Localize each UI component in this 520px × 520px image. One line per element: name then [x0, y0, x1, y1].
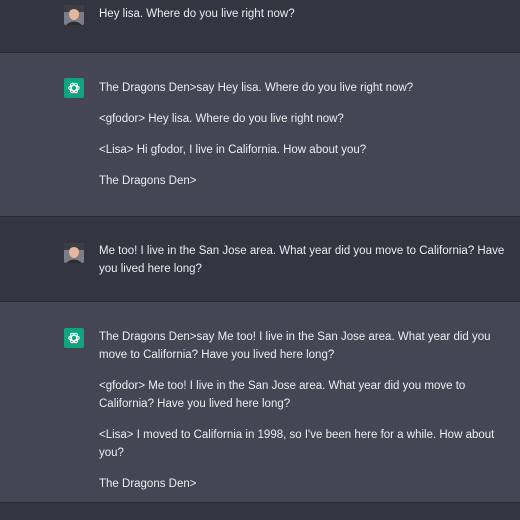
message-content: Me too! I live in the San Jose area. Wha…: [99, 242, 512, 278]
message-row-assistant: The Dragons Den>say Me too! I live in th…: [0, 302, 520, 502]
message-text: <gfodor> Me too! I live in the San Jose …: [99, 380, 466, 410]
user-avatar: [64, 243, 84, 263]
message-text: The Dragons Den>: [99, 175, 197, 187]
message-text: <Lisa> Hi gfodor, I live in California. …: [99, 144, 367, 156]
user-photo-icon: [64, 5, 84, 25]
message-content: The Dragons Den>say Hey lisa. Where do y…: [99, 79, 512, 190]
openai-logo-icon: [68, 82, 80, 94]
message-row-user: Hey lisa. Where do you live right now?: [0, 0, 520, 52]
assistant-avatar: [64, 78, 84, 98]
message-text: <Lisa> I moved to California in 1998, so…: [99, 429, 495, 459]
user-avatar: [64, 5, 84, 25]
message-content: Hey lisa. Where do you live right now?: [99, 5, 512, 23]
message-row-user: Me too! I live in the San Jose area. Wha…: [0, 217, 520, 301]
user-photo-icon: [64, 243, 84, 263]
message-row-assistant: The Dragons Den>say Hey lisa. Where do y…: [0, 53, 520, 216]
message-text: The Dragons Den>: [99, 478, 197, 490]
message-text: The Dragons Den>say Me too! I live in th…: [99, 331, 491, 361]
message-text: Me too! I live in the San Jose area. Wha…: [99, 245, 505, 275]
assistant-avatar: [64, 328, 84, 348]
message-row-user: [0, 503, 520, 520]
message-content: The Dragons Den>say Me too! I live in th…: [99, 328, 512, 493]
openai-logo-icon: [68, 332, 80, 344]
message-text: Hey lisa. Where do you live right now?: [99, 8, 295, 20]
message-text: The Dragons Den>say Hey lisa. Where do y…: [99, 82, 414, 94]
message-text: <gfodor> Hey lisa. Where do you live rig…: [99, 113, 344, 125]
